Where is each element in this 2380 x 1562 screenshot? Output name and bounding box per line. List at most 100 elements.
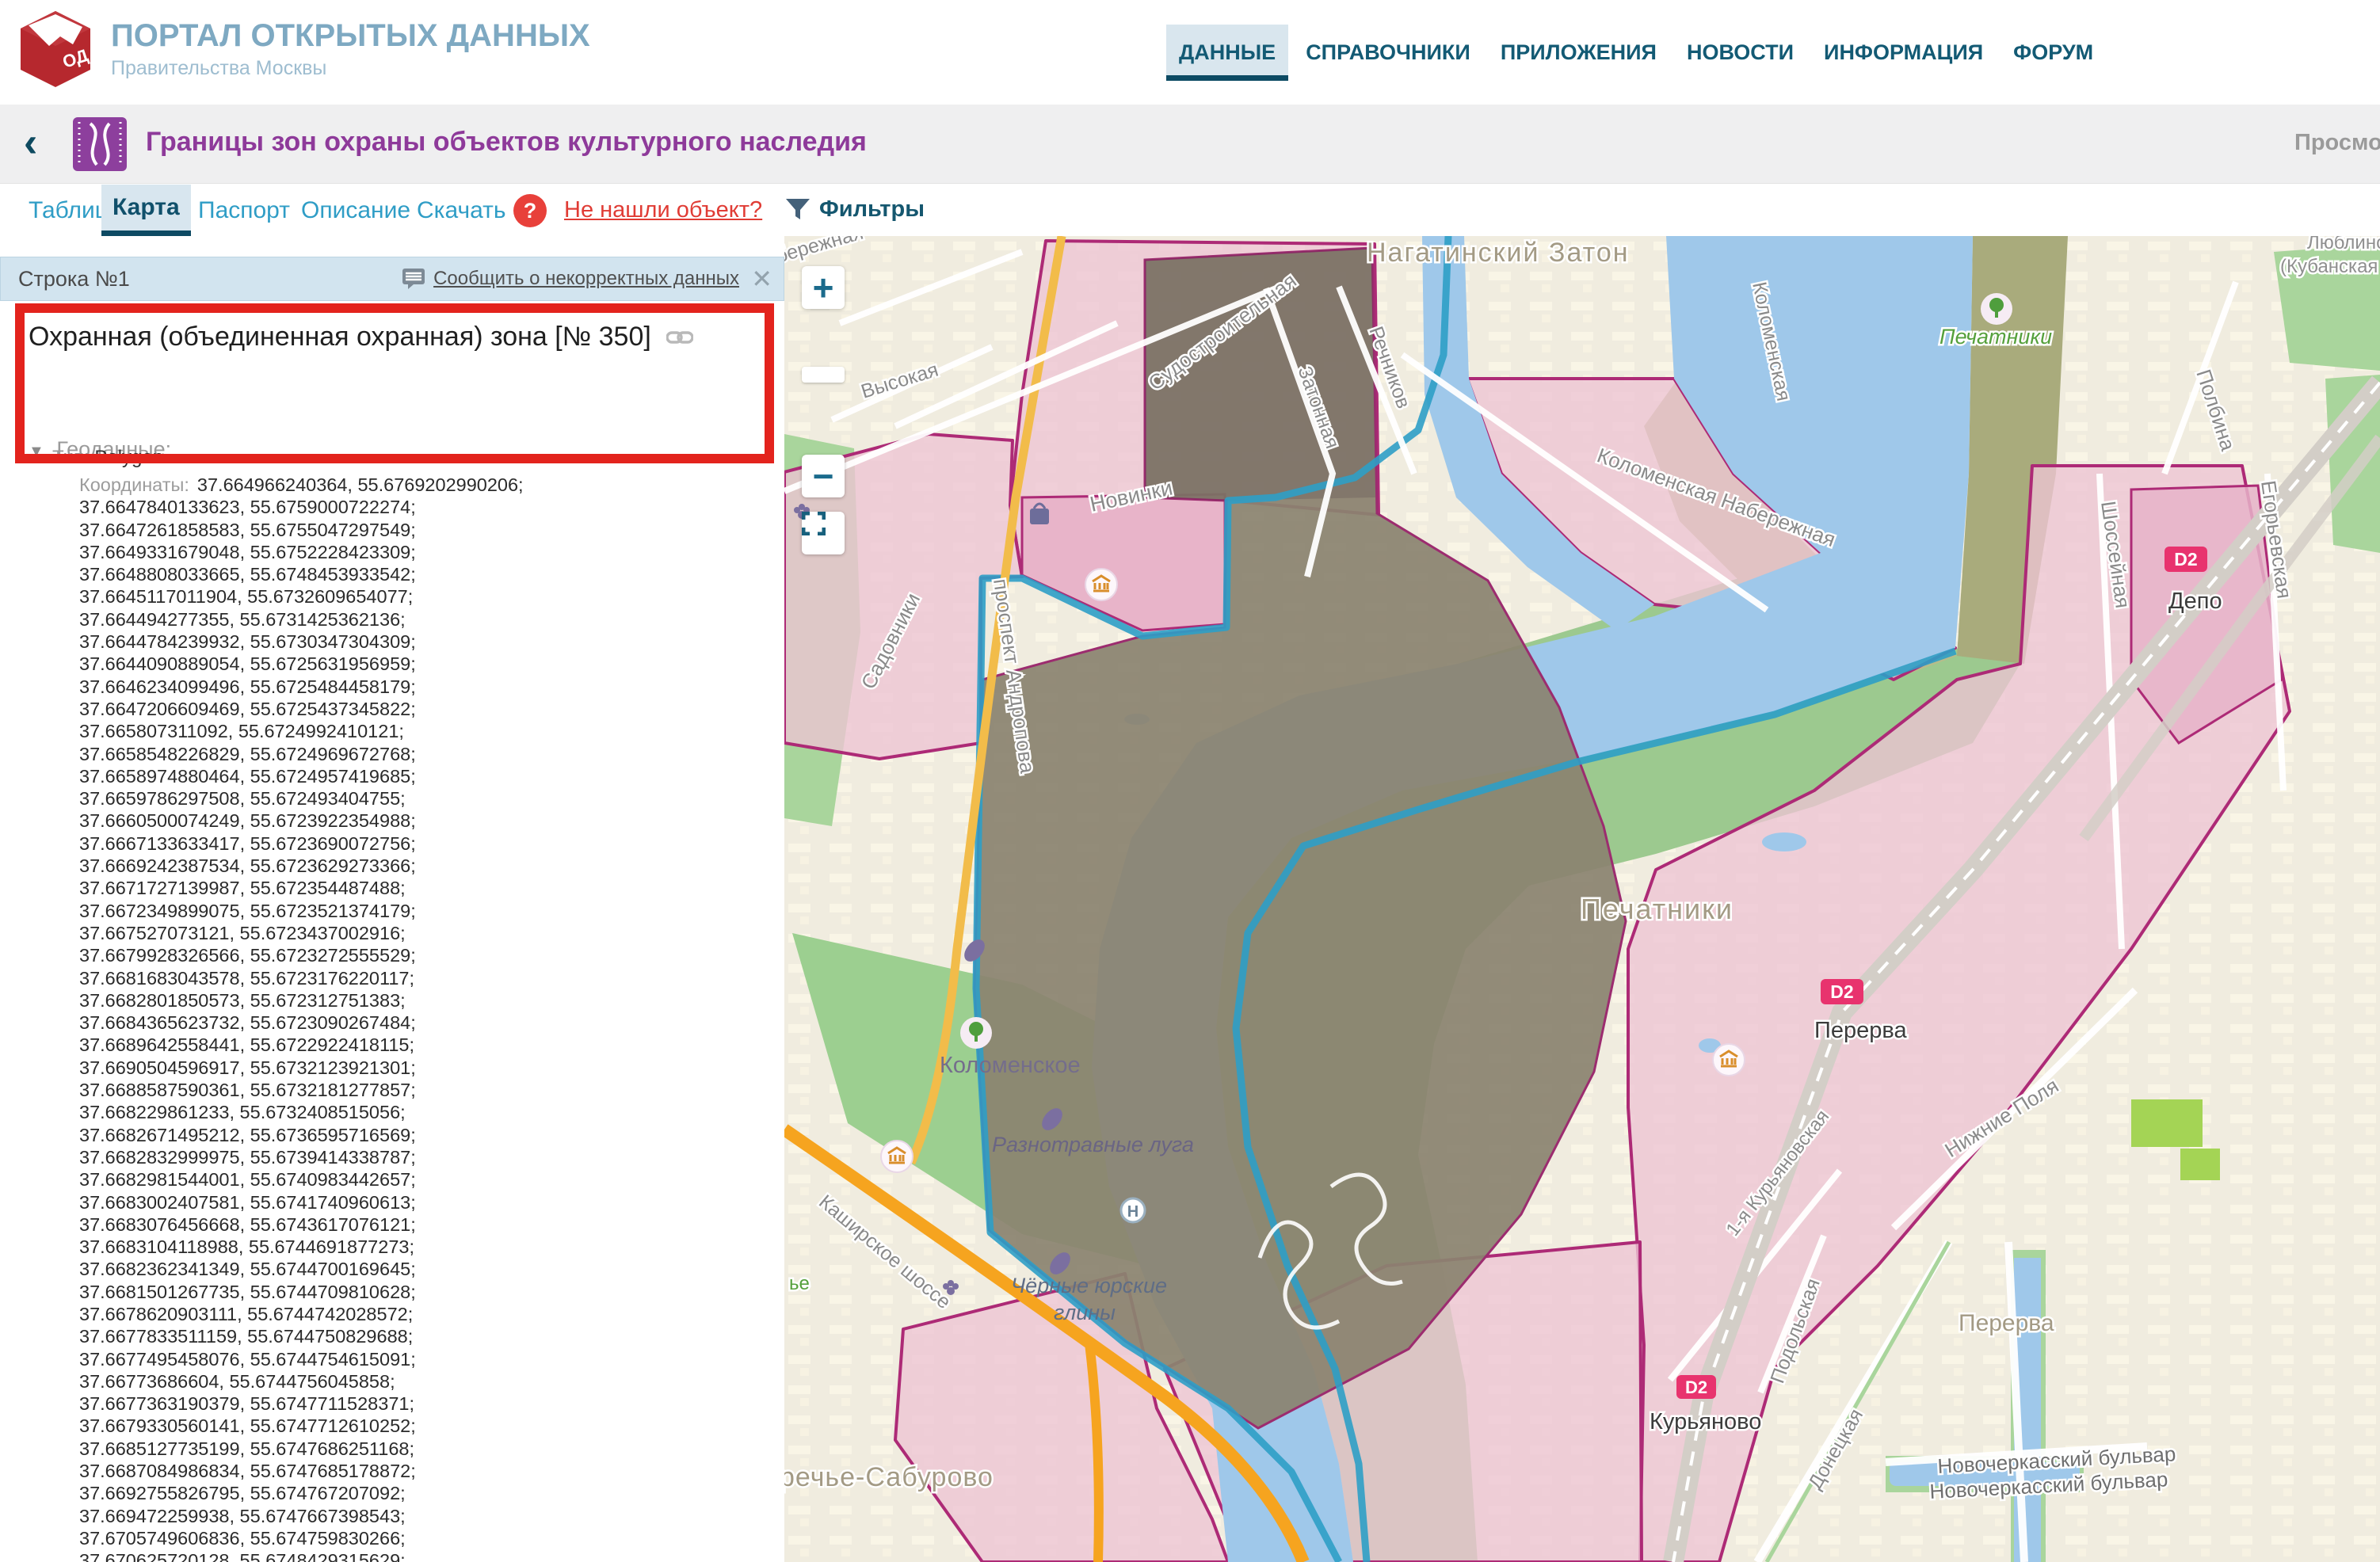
museum-icon xyxy=(1713,1044,1745,1076)
coordinate-line: 37.6677363190379, 55.6747711528371; xyxy=(79,1392,769,1415)
nav-item-info[interactable]: ИНФОРМАЦИЯ xyxy=(1811,25,1996,81)
district-label: Перерва xyxy=(1959,1310,2054,1336)
coordinate-line: 37.6683002407581, 55.6741740960613; xyxy=(79,1191,769,1213)
park-label: Печатники xyxy=(1939,325,2052,349)
tabs-bar: Таблица Карта Паспорт Описание Скачать ⌄… xyxy=(0,185,2380,236)
coordinate-line: 37.6672349899075, 55.6723521374179; xyxy=(79,900,769,922)
dataset-icon xyxy=(73,117,127,171)
park-label: ье xyxy=(789,1273,810,1294)
nature-label: Разнотравные луга xyxy=(992,1133,1194,1156)
coordinate-line: 37.6649331679048, 55.6752228423309; xyxy=(79,541,769,563)
tree-icon xyxy=(960,1017,992,1049)
type-label: Тип: xyxy=(52,447,90,468)
nav-item-data[interactable]: ДАННЫЕ xyxy=(1166,25,1288,81)
zoom-out-button[interactable]: − xyxy=(802,455,845,497)
tab-description[interactable]: Описание xyxy=(290,185,421,236)
coordinate-line: 37.6688587590361, 55.6732181277857; xyxy=(79,1079,769,1101)
coordinate-line: 37.6682362341349, 55.6744700169645; xyxy=(79,1258,769,1280)
main-nav: ДАННЫЕ СПРАВОЧНИКИ ПРИЛОЖЕНИЯ НОВОСТИ ИН… xyxy=(1166,0,2106,105)
coordinate-line: 37.6678620903111, 55.6744742028572; xyxy=(79,1303,769,1325)
coordinate-line: 37.6667133633417, 55.6723690072756; xyxy=(79,832,769,855)
geometry-type-line: Тип: Polygon xyxy=(52,447,163,469)
coordinate-line: Координаты:37.664966240364, 55.676920299… xyxy=(79,474,769,496)
views-label: Просмотре xyxy=(2294,130,2380,156)
nav-item-news[interactable]: НОВОСТИ xyxy=(1674,25,1806,81)
coordinate-line: 37.668229861233, 55.6732408515056; xyxy=(79,1101,769,1123)
coordinate-list: 37.6647840133623, 55.6759000722274;37.66… xyxy=(79,496,769,1562)
coordinate-line: 37.664494277355, 55.6731425362136; xyxy=(79,608,769,631)
coordinate-line: 37.6683076456668, 55.6743617076121; xyxy=(79,1213,769,1236)
coordinate-line: 37.6689642558441, 55.6722922418115; xyxy=(79,1034,769,1056)
dataset-bar: ‹ Границы зон охраны объектов культурног… xyxy=(0,105,2380,184)
coordinate-line: 37.6677833511159, 55.6744750829688; xyxy=(79,1325,769,1347)
coordinate-value: 37.664966240364, 55.6769202990206; xyxy=(197,474,524,495)
portal-logo-icon: ОД xyxy=(17,10,93,89)
coordinate-line: 37.6644090889054, 55.6725631956959; xyxy=(79,653,769,675)
park-label: Коломенское xyxy=(940,1053,1081,1078)
map-canvas[interactable]: Н D2 Депо D2 Перерва D2 Курьяново На xyxy=(784,236,2380,1562)
station-label: Депо xyxy=(2168,589,2222,614)
coordinate-line: 37.667527073121, 55.6723437002916; xyxy=(79,922,769,944)
object-title-text: Охранная (объединенная охранная) зона [№… xyxy=(29,322,651,352)
coordinate-line: 37.6679928326566, 55.6723272555529; xyxy=(79,944,769,966)
row-label: Строка №1 xyxy=(18,267,130,291)
coordinate-line: 37.6647206609469, 55.6725437345822; xyxy=(79,698,769,720)
coordinate-line: 37.6681683043578, 55.6723176220117; xyxy=(79,967,769,989)
d2-badge: D2 xyxy=(1685,1377,1707,1397)
district-label: (Кубанская xyxy=(2280,256,2378,277)
nav-item-reference[interactable]: СПРАВОЧНИКИ xyxy=(1293,25,1483,81)
feature-panel: Строка №1 Сообщить о некорректных данных… xyxy=(0,236,784,1562)
museum-icon xyxy=(881,1141,913,1172)
help-icon[interactable]: ? xyxy=(513,194,547,227)
fullscreen-button[interactable] xyxy=(802,512,845,554)
district-label: Люблино xyxy=(2307,236,2380,253)
coordinate-line: 37.6644784239932, 55.6730347304309; xyxy=(79,631,769,653)
coordinate-line: 37.6658548226829, 55.6724969672768; xyxy=(79,743,769,765)
coordinate-line: 37.6684365623732, 55.6723090267484; xyxy=(79,1011,769,1034)
coordinate-line: 37.6681501267735, 55.6744709810628; xyxy=(79,1281,769,1303)
portal-logo[interactable]: ОД ПОРТАЛ ОТКРЫТЫХ ДАННЫХ Правительства … xyxy=(17,10,590,89)
coordinate-line: 37.6690504596917, 55.6732123921301; xyxy=(79,1057,769,1079)
district-label: речье-Сабурово xyxy=(784,1462,994,1492)
portal-logo-text: ПОРТАЛ ОТКРЫТЫХ ДАННЫХ Правительства Мос… xyxy=(111,18,590,80)
zoom-slider-handle[interactable] xyxy=(802,367,845,383)
coordinate-line: 37.6682832999975, 55.6739414338787; xyxy=(79,1146,769,1168)
coordinate-line: 37.6648808033665, 55.6748453933542; xyxy=(79,563,769,585)
coordinate-line: 37.6645117011904, 55.6732609654077; xyxy=(79,585,769,608)
filters-label: Фильтры xyxy=(819,196,925,223)
tab-download-label: Скачать xyxy=(417,197,506,224)
tab-passport[interactable]: Паспорт xyxy=(187,185,301,236)
coordinate-line: 37.6671727139987, 55.672354487488; xyxy=(79,877,769,899)
coordinate-line: 37.670625720128, 55.6748429315629; xyxy=(79,1549,769,1562)
tab-map[interactable]: Карта xyxy=(101,185,191,236)
coordinate-line: 37.6679330560141, 55.6747712610252; xyxy=(79,1415,769,1437)
funnel-icon xyxy=(784,196,811,223)
nav-item-apps[interactable]: ПРИЛОЖЕНИЯ xyxy=(1488,25,1669,81)
coordinate-line: 37.6647840133623, 55.6759000722274; xyxy=(79,496,769,518)
coordinate-line: 37.6692755826795, 55.674767207092; xyxy=(79,1482,769,1504)
coordinate-line: 37.6687084986834, 55.6747685178872; xyxy=(79,1460,769,1482)
coordinate-line: 37.6660500074249, 55.6723922354988; xyxy=(79,810,769,832)
close-icon[interactable]: ✕ xyxy=(751,266,772,291)
back-button[interactable]: ‹ xyxy=(24,122,37,163)
zoom-in-button[interactable]: + xyxy=(802,266,845,309)
tree-icon xyxy=(1981,293,2012,325)
d2-badge: D2 xyxy=(2174,549,2197,570)
coordinate-line: 37.6669242387534, 55.6723629273366; xyxy=(79,855,769,877)
report-incorrect-data-link[interactable]: Сообщить о некорректных данных xyxy=(433,268,739,290)
coordinate-line: 37.6682671495212, 55.6736595716569; xyxy=(79,1124,769,1146)
object-not-found-link[interactable]: Не нашли объект? xyxy=(564,197,762,223)
coordinate-line: 37.6646234099496, 55.6725484458179; xyxy=(79,676,769,698)
nav-item-forum[interactable]: ФОРУМ xyxy=(2000,25,2106,81)
link-icon[interactable] xyxy=(666,328,693,347)
district-label: Нагатинский Затон xyxy=(1367,238,1630,268)
filters-button[interactable]: Фильтры xyxy=(784,196,925,223)
coordinate-line: 37.665807311092, 55.6724992410121; xyxy=(79,720,769,742)
object-title: Охранная (объединенная охранная) зона [№… xyxy=(29,318,710,355)
portal-subtitle: Правительства Москвы xyxy=(111,57,590,80)
d2-badge: D2 xyxy=(1830,981,1853,1002)
station-label: Курьяново xyxy=(1650,1409,1761,1434)
museum-icon xyxy=(1085,569,1117,600)
coordinate-line: 37.669472259938, 55.6747667398543; xyxy=(79,1505,769,1527)
coordinate-line: 37.6647261858583, 55.6755047297549; xyxy=(79,519,769,541)
